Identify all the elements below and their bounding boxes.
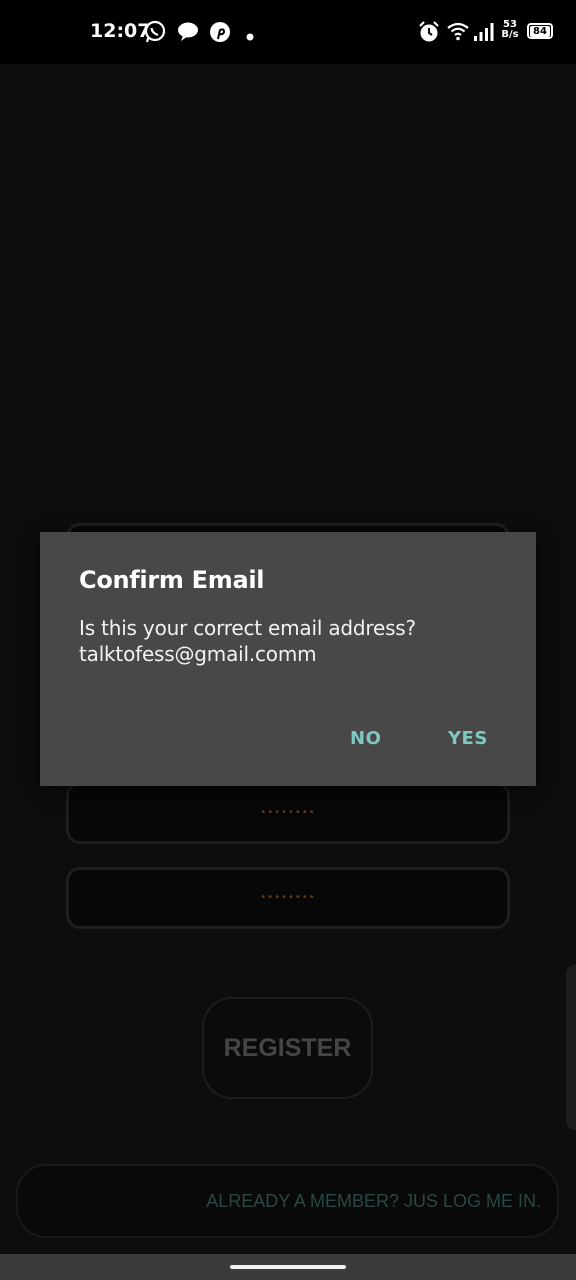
battery-level: 84	[530, 25, 550, 37]
signal-icon	[473, 22, 495, 47]
yes-button[interactable]: YES	[448, 728, 488, 749]
dialog-message: Is this your correct email address? talk…	[79, 615, 509, 667]
chat-bubble-icon	[176, 20, 200, 49]
dialog-title: Confirm Email	[79, 566, 265, 594]
alarm-icon	[418, 20, 440, 49]
home-indicator[interactable]	[230, 1265, 346, 1269]
status-time: 12:07	[90, 20, 151, 42]
network-speed-unit: B/s	[501, 29, 519, 40]
status-bar: 12:07 53 B/s 84	[0, 0, 576, 64]
network-speed: 53 B/s	[499, 20, 521, 40]
pinterest-icon	[208, 20, 232, 49]
confirm-email-dialog: Confirm Email Is this your correct email…	[40, 532, 536, 786]
wifi-icon	[447, 20, 469, 47]
battery-icon: 84	[527, 23, 553, 39]
navigation-bar	[0, 1254, 576, 1280]
no-button[interactable]: NO	[350, 728, 381, 749]
whatsapp-icon	[143, 20, 167, 49]
dialog-message-email: talktofess@gmail.comm	[79, 642, 317, 666]
dialog-message-question: Is this your correct email address?	[79, 616, 416, 640]
dot-icon	[246, 28, 254, 46]
